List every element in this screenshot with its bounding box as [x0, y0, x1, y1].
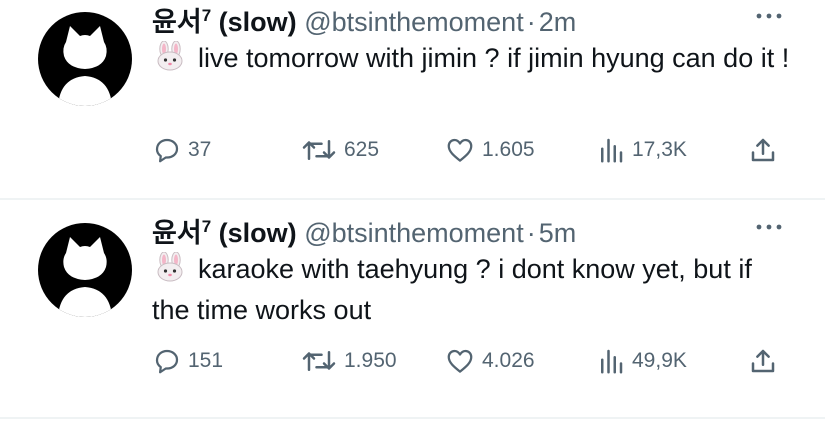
like-count: 1.605: [482, 138, 535, 161]
divider: [0, 417, 825, 419]
tweet-text-content: live tomorrow with jimin ? if jimin hyun…: [198, 43, 790, 73]
views-button[interactable]: 49,9K: [596, 343, 687, 379]
user-handle[interactable]: @btsinthemoment: [304, 218, 524, 248]
tweet-text: karaoke with taehyung ? i dont know yet,…: [152, 249, 792, 331]
display-name[interactable]: 윤서7 (slow): [152, 6, 297, 37]
separator-dot: ·: [526, 7, 536, 37]
retweet-button[interactable]: 625: [300, 132, 379, 168]
rabbit-face-icon: [152, 40, 188, 71]
views-icon: [601, 138, 623, 163]
share-button[interactable]: [748, 343, 784, 379]
like-count: 4.026: [482, 349, 535, 372]
heart-icon: [447, 349, 473, 373]
tweet-actions: 37 625 1.605 17,3K: [152, 132, 792, 168]
tweet[interactable]: 윤서7 (slow) @btsinthemoment · 5m karaoke wi…: [0, 203, 825, 403]
reply-count: 37: [188, 138, 212, 161]
more-options-icon[interactable]: [753, 217, 785, 237]
cat-avatar-icon: [58, 26, 112, 106]
views-count: 17,3K: [632, 138, 687, 161]
avatar[interactable]: [38, 223, 132, 317]
tweet-header: 윤서7 (slow) @btsinthemoment · 2m: [152, 0, 577, 37]
views-button[interactable]: 17,3K: [596, 132, 687, 168]
more-options-icon[interactable]: [753, 6, 785, 26]
retweet-count: 625: [344, 138, 380, 161]
retweet-count: 1.950: [344, 349, 397, 372]
rabbit-face-icon: [152, 251, 188, 282]
like-button[interactable]: 4.026: [444, 343, 535, 379]
like-button[interactable]: 1.605: [444, 132, 535, 168]
reply-button[interactable]: 151: [152, 343, 223, 379]
reply-icon: [155, 349, 179, 374]
reply-button[interactable]: 37: [152, 132, 211, 168]
tweet-actions: 151 1.950 4.026 49,9K: [152, 343, 792, 379]
share-icon: [751, 349, 775, 373]
timestamp[interactable]: 2m: [539, 7, 577, 37]
heart-icon: [447, 138, 473, 162]
tweet[interactable]: 윤서7 (slow) @btsinthemoment · 2m live tomor…: [0, 0, 825, 192]
tweet-header: 윤서7 (slow) @btsinthemoment · 5m: [152, 207, 577, 248]
retweet-icon: [302, 140, 336, 160]
avatar[interactable]: [38, 12, 132, 106]
divider: [0, 198, 825, 200]
reply-icon: [155, 138, 179, 163]
tweet-text-content: karaoke with taehyung ? i dont know yet,…: [152, 254, 752, 325]
retweet-button[interactable]: 1.950: [300, 343, 397, 379]
reply-count: 151: [188, 349, 224, 372]
timestamp[interactable]: 5m: [539, 218, 577, 248]
tweet-text: live tomorrow with jimin ? if jimin hyun…: [152, 38, 792, 79]
user-handle[interactable]: @btsinthemoment: [304, 7, 524, 37]
separator-dot: ·: [526, 218, 536, 248]
retweet-icon: [302, 351, 336, 371]
views-count: 49,9K: [632, 349, 687, 372]
views-icon: [601, 349, 623, 374]
share-icon: [751, 138, 775, 162]
timeline: 윤서7 (slow) @btsinthemoment · 2m live tomor…: [0, 0, 825, 421]
cat-avatar-icon: [58, 237, 112, 317]
share-button[interactable]: [748, 132, 784, 168]
display-name[interactable]: 윤서7 (slow): [152, 217, 297, 248]
